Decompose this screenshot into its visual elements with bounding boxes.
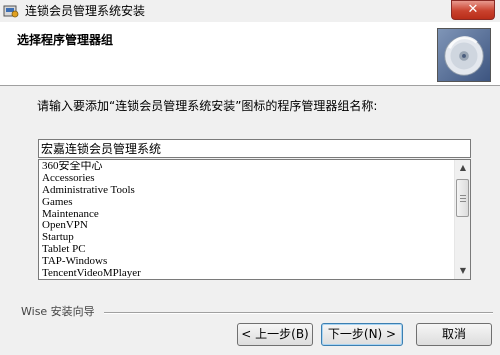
next-button[interactable]: 下一步(N) > bbox=[321, 323, 403, 346]
list-item[interactable]: TencentVideoMPlayer bbox=[42, 267, 454, 278]
cd-disc-icon bbox=[437, 28, 491, 82]
list-item[interactable]: OpenVPN bbox=[42, 220, 454, 232]
page-title: 选择程序管理器组 bbox=[17, 33, 114, 47]
list-item[interactable]: Maintenance bbox=[42, 208, 454, 221]
list-item[interactable]: Accessories bbox=[42, 172, 454, 185]
list-item[interactable]: 360安全中心 bbox=[42, 161, 454, 173]
list-item[interactable]: Startup bbox=[42, 231, 454, 244]
cancel-button[interactable]: 取消 bbox=[416, 323, 492, 346]
grip-line bbox=[460, 201, 466, 202]
close-button[interactable]: ✕ bbox=[451, 0, 495, 20]
close-icon: ✕ bbox=[467, 2, 479, 17]
instruction-text: 请输入要添加“连锁会员管理系统安装”图标的程序管理器组名称: bbox=[37, 99, 378, 113]
scroll-thumb[interactable] bbox=[456, 179, 469, 217]
window-title: 连锁会员管理系统安装 bbox=[25, 4, 146, 18]
list-item[interactable]: Administrative Tools bbox=[42, 184, 454, 197]
grip-line bbox=[460, 195, 466, 196]
wizard-brand-label: Wise 安装向导 bbox=[21, 305, 99, 318]
footer-divider bbox=[104, 312, 493, 314]
list-item[interactable]: Games bbox=[42, 196, 454, 209]
title-bar: 连锁会员管理系统安装 ✕ bbox=[0, 0, 500, 22]
grip-line bbox=[460, 198, 466, 199]
back-button[interactable]: < 上一步(B) bbox=[237, 323, 313, 346]
group-list: 360安全中心 Accessories Administrative Tools… bbox=[42, 161, 454, 278]
list-scrollbar[interactable]: ▲ ▼ bbox=[454, 160, 470, 279]
group-listbox[interactable]: 360安全中心 Accessories Administrative Tools… bbox=[38, 159, 471, 280]
group-name-input[interactable] bbox=[38, 139, 471, 158]
scroll-up-arrow-icon[interactable]: ▲ bbox=[455, 160, 471, 176]
scroll-down-arrow-icon[interactable]: ▼ bbox=[455, 263, 471, 279]
wizard-header: 选择程序管理器组 bbox=[0, 22, 500, 86]
installer-icon bbox=[3, 5, 19, 18]
